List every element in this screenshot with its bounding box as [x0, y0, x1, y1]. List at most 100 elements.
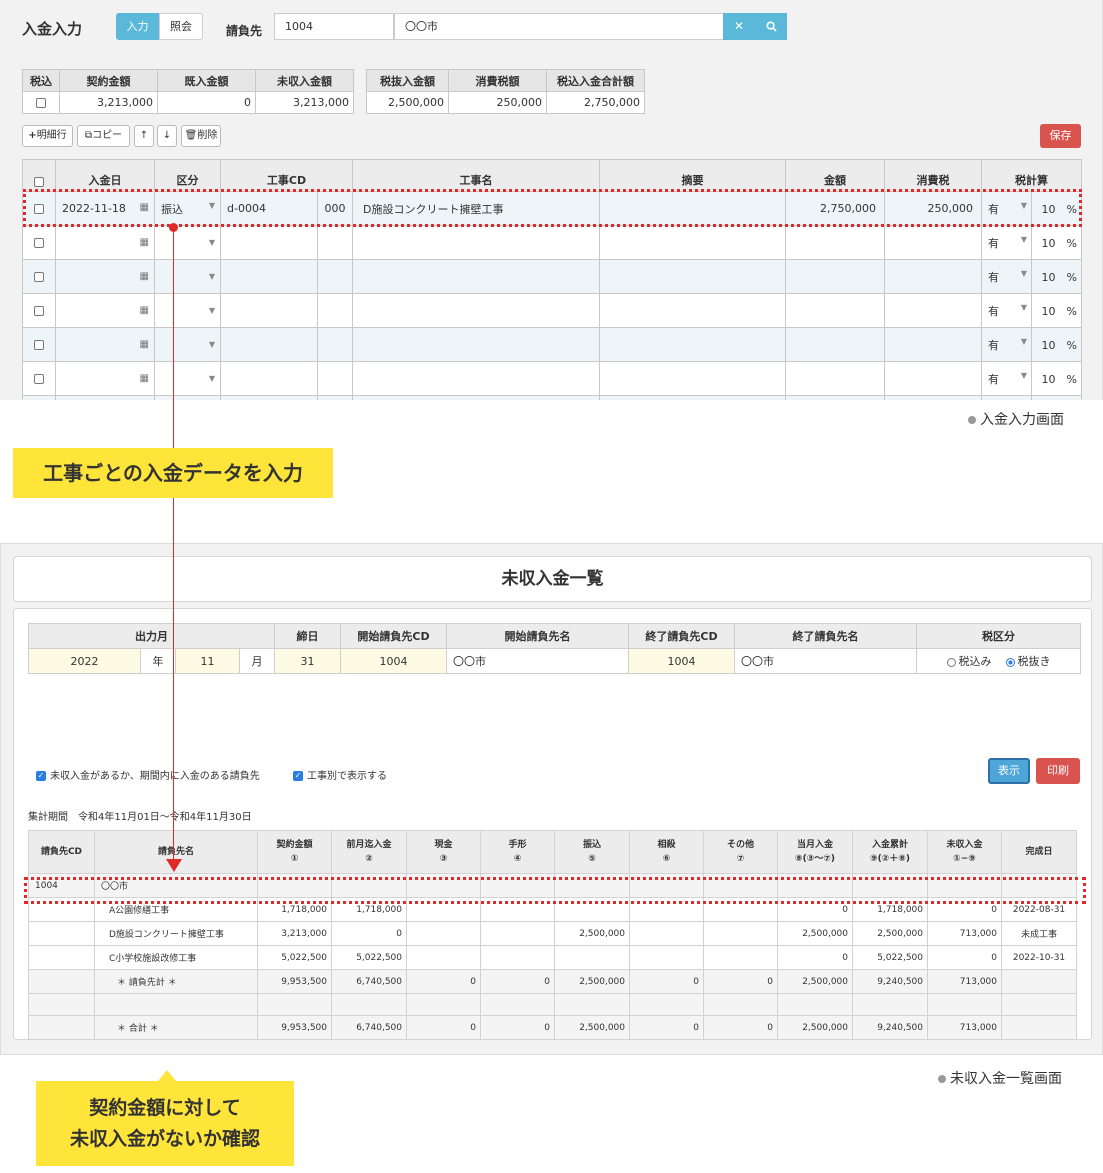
- calendar-icon[interactable]: ▦: [140, 305, 149, 316]
- copy-icon: ⧉: [84, 130, 93, 141]
- tax-incl-radio[interactable]: 税込み: [946, 655, 992, 668]
- mode-input-button[interactable]: 入力: [116, 13, 159, 40]
- result-cell: [629, 945, 704, 970]
- tax-rate-input[interactable]: 10 %: [1031, 259, 1082, 294]
- kubun-select[interactable]: ▼: [154, 259, 221, 294]
- check-icon: ✓: [293, 771, 303, 781]
- table-row[interactable]: ▦ ▼ 有 ▼ 10 %: [22, 225, 1082, 260]
- table-row[interactable]: ▦ ▼ 有 ▼ 10 %: [22, 361, 1082, 396]
- tax-rate-input[interactable]: 10 %: [1031, 293, 1082, 328]
- tax-excl-radio[interactable]: 税抜き: [1005, 655, 1051, 668]
- entry-screen-caption: 入金入力画面: [968, 409, 1064, 429]
- calendar-icon[interactable]: ▦: [140, 237, 149, 248]
- select-all-checkbox[interactable]: [22, 159, 56, 192]
- kubun-select[interactable]: ▼: [154, 293, 221, 328]
- month-input[interactable]: 11: [175, 648, 240, 674]
- tax-incl-checkbox[interactable]: [22, 91, 60, 114]
- move-up-button[interactable]: ↑: [134, 125, 154, 147]
- row-checkbox[interactable]: [34, 340, 44, 350]
- unpaid-result-table: 請負先CD 請負先名 契約金額 ① 前月迄入金 ② 現金 ③ 手形 ④ 振込 ⑤ 相殺 ⑥ その他 ⑦ 当月入金…: [28, 830, 1077, 1040]
- table-row[interactable]: ▦ ▼ 有 ▼ 10 %: [22, 327, 1082, 362]
- table-row: [28, 993, 1077, 1016]
- date-input[interactable]: ▦: [55, 225, 155, 260]
- col-date: 入金日: [55, 159, 155, 192]
- chevron-down-icon: ▼: [208, 340, 215, 349]
- start-cd-input[interactable]: 1004: [340, 648, 447, 674]
- col-start-name: 開始請負先名: [446, 623, 629, 649]
- result-cell: [1001, 1015, 1077, 1040]
- result-col-header: 相殺 ⑥: [629, 830, 704, 874]
- tax-flag-select[interactable]: 有 ▼: [981, 361, 1032, 396]
- result-cell: 2,500,000: [777, 1015, 853, 1040]
- show-button[interactable]: 表示: [988, 758, 1030, 784]
- tax-flag-select[interactable]: 有 ▼: [981, 327, 1032, 362]
- result-cell: [703, 993, 778, 1016]
- client-label: 請負先: [226, 24, 263, 38]
- print-button[interactable]: 印刷: [1036, 758, 1080, 784]
- date-input[interactable]: ▦: [55, 259, 155, 294]
- kubun-select[interactable]: ▼: [154, 361, 221, 396]
- row-checkbox[interactable]: [34, 238, 44, 248]
- result-cell: 2,500,000: [554, 921, 630, 946]
- add-row-button[interactable]: +明細行: [22, 125, 73, 147]
- arrow-line-lower: [173, 498, 174, 860]
- end-cd-input[interactable]: 1004: [628, 648, 735, 674]
- result-cell: 9,953,500: [257, 1015, 332, 1040]
- mode-reference-button[interactable]: 照会: [159, 13, 203, 40]
- col-tax-incl: 税込: [22, 69, 60, 92]
- result-cell: [406, 921, 481, 946]
- result-col-header: 前月迄入金 ②: [331, 830, 407, 874]
- tax-flag-select[interactable]: 有 ▼: [981, 293, 1032, 328]
- tax-flag-select[interactable]: 有 ▼: [981, 225, 1032, 260]
- date-input[interactable]: ▦: [55, 361, 155, 396]
- search-button[interactable]: [755, 13, 787, 40]
- result-col-header: 契約金額 ①: [257, 830, 332, 874]
- table-row[interactable]: ▦ ▼ 有 ▼ 10 %: [22, 293, 1082, 328]
- kubun-select[interactable]: ▼: [154, 327, 221, 362]
- move-down-button[interactable]: ↓: [157, 125, 177, 147]
- result-cell: 2022-10-31: [1001, 945, 1077, 970]
- client-name-input[interactable]: 〇〇市: [394, 13, 724, 40]
- result-cell: [777, 993, 853, 1016]
- result-cell: [28, 1015, 95, 1040]
- chevron-down-icon: ▼: [208, 306, 215, 315]
- table-row[interactable]: ▦ ▼ 有 ▼ 10 %: [22, 259, 1082, 294]
- row-checkbox[interactable]: [34, 272, 44, 282]
- tax-rate-input[interactable]: 10 %: [1031, 225, 1082, 260]
- clear-button[interactable]: ✕: [723, 13, 755, 40]
- year-input[interactable]: 2022: [28, 648, 141, 674]
- date-input[interactable]: ▦: [55, 293, 155, 328]
- result-cell: 0: [480, 969, 555, 994]
- result-cell: [28, 945, 95, 970]
- close-day-input[interactable]: 31: [274, 648, 341, 674]
- delete-button[interactable]: 🗑削除: [181, 125, 221, 147]
- date-input[interactable]: ▦: [55, 327, 155, 362]
- row-checkbox[interactable]: [34, 374, 44, 384]
- row-checkbox[interactable]: [34, 306, 44, 316]
- arrow-head: [166, 859, 182, 872]
- tax-rate-input[interactable]: 10 %: [1031, 361, 1082, 396]
- result-cell: 5,022,500: [257, 945, 332, 970]
- option-unpaid-checkbox[interactable]: ✓ 未収入金があるか、期間内に入金のある請負先: [36, 767, 260, 782]
- tax-rate-input[interactable]: 10 %: [1031, 327, 1082, 362]
- unpaid-list-screen: 未収入金一覧 出力月 締日 開始請負先CD 開始請負先名 終了請負先CD 終了請…: [0, 543, 1103, 1055]
- end-name: 〇〇市: [734, 648, 917, 674]
- copy-button[interactable]: ⧉コピー: [77, 125, 130, 147]
- chevron-down-icon: ▼: [208, 374, 215, 383]
- option-by-work-checkbox[interactable]: ✓ 工事別で表示する: [293, 767, 387, 782]
- tax-flag-select[interactable]: 有 ▼: [981, 259, 1032, 294]
- callout-enter-data: 工事ごとの入金データを入力: [13, 448, 333, 498]
- table-row[interactable]: [22, 395, 1082, 400]
- chevron-down-icon: ▼: [1020, 268, 1027, 278]
- col-work-name: 工事名: [352, 159, 600, 192]
- save-button[interactable]: 保存: [1040, 124, 1081, 148]
- kubun-select[interactable]: ▼: [154, 225, 221, 260]
- result-cell: [703, 921, 778, 946]
- result-cell: 713,000: [927, 1015, 1002, 1040]
- calendar-icon[interactable]: ▦: [140, 339, 149, 350]
- result-cell: 0: [406, 969, 481, 994]
- calendar-icon[interactable]: ▦: [140, 271, 149, 282]
- result-cell: [927, 993, 1002, 1016]
- client-code-input[interactable]: 1004: [274, 13, 394, 40]
- calendar-icon[interactable]: ▦: [140, 373, 149, 384]
